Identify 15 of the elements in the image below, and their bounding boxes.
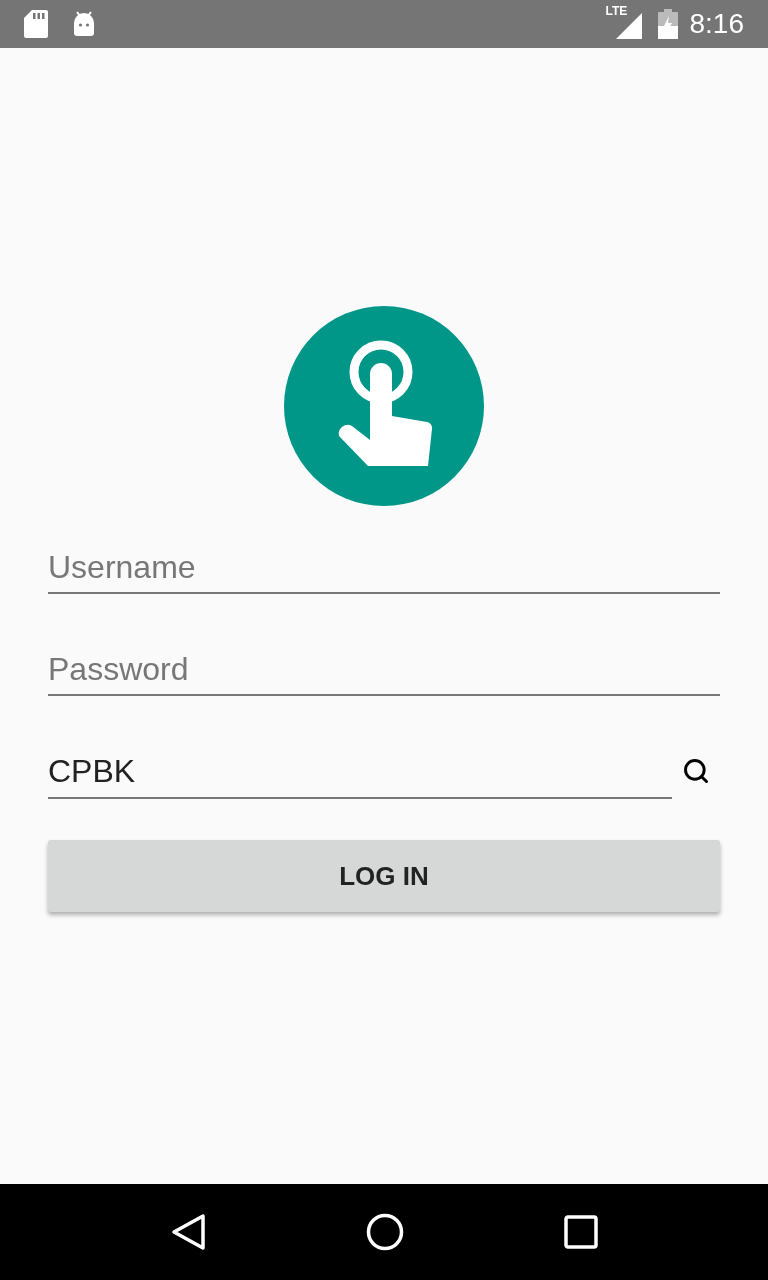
recent-apps-icon[interactable] — [564, 1215, 598, 1249]
logo-hand-icon — [284, 306, 484, 506]
back-icon[interactable] — [170, 1213, 206, 1251]
android-icon — [72, 11, 96, 37]
sd-card-icon — [24, 10, 48, 38]
network-type: LTE — [605, 5, 628, 17]
clock-time: 8:16 — [689, 7, 744, 41]
password-field[interactable]: Password — [48, 644, 720, 696]
username-field[interactable]: Username — [48, 542, 720, 594]
search-icon — [682, 757, 710, 785]
login-button[interactable]: LOG IN — [48, 840, 720, 912]
battery-icon — [657, 9, 678, 39]
signal-icon — [615, 13, 642, 39]
company-field[interactable]: CPBK — [48, 746, 672, 799]
home-icon[interactable] — [366, 1213, 404, 1251]
